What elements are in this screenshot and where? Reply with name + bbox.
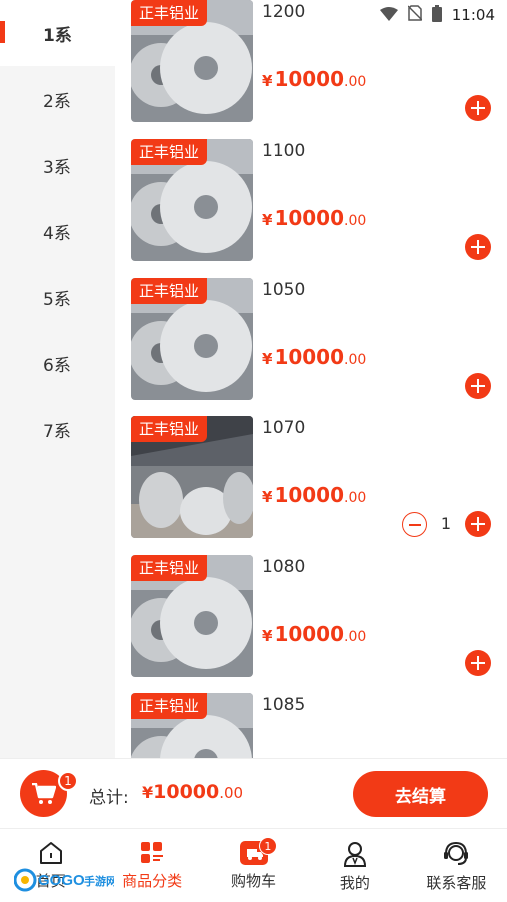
product-card[interactable]: 正丰铝业 1085 [115, 693, 507, 758]
add-to-cart-button[interactable] [465, 234, 491, 260]
sidebar-item-5-series[interactable]: 5系 [0, 264, 115, 330]
sidebar-item-label: 7系 [43, 421, 71, 442]
add-to-cart-button[interactable] [465, 95, 491, 121]
product-name: 1085 [262, 695, 306, 715]
product-image[interactable]: 正丰铝业 [131, 0, 253, 122]
add-to-cart-button[interactable] [465, 373, 491, 399]
decrease-quantity-button[interactable] [402, 512, 427, 537]
product-name: 1080 [262, 557, 306, 577]
tab-profile[interactable]: 我的 [304, 829, 405, 902]
brand-tag: 正丰铝业 [131, 278, 208, 304]
sidebar-item-label: 2系 [43, 91, 71, 112]
product-card[interactable]: 正丰铝业 1070 ¥10000.00 1 [115, 416, 507, 555]
product-price: ¥10000.00 [262, 67, 367, 91]
total-price: ¥10000.00 [142, 781, 244, 803]
brand-tag: 正丰铝业 [131, 555, 208, 581]
product-card[interactable]: 正丰铝业 1100 ¥10000.00 [115, 139, 507, 278]
product-price: ¥10000.00 [262, 206, 367, 230]
profile-icon [343, 842, 366, 867]
total-label: 总计: [89, 788, 129, 808]
quantity-value: 1 [440, 514, 451, 533]
product-price: ¥10000.00 [262, 483, 367, 507]
product-image[interactable]: 正丰铝业 [131, 416, 253, 538]
tab-label: 购物车 [231, 872, 277, 890]
product-image[interactable]: 正丰铝业 [131, 555, 253, 677]
plus-icon [471, 656, 485, 670]
product-card[interactable]: 正丰铝业 1050 ¥10000.00 [115, 278, 507, 417]
home-icon [39, 842, 62, 864]
cart-icon [31, 782, 56, 804]
status-bar: 11:04 [379, 0, 507, 30]
tab-customer-service[interactable]: 联系客服 [406, 829, 507, 902]
brand-tag: 正丰铝业 [131, 693, 208, 719]
category-icon [141, 842, 164, 863]
battery-icon [431, 4, 442, 26]
product-image[interactable]: 正丰铝业 [131, 139, 253, 261]
svg-text:GOGO: GOGO [38, 872, 85, 889]
product-name: 1100 [262, 141, 306, 161]
customer-service-icon [444, 841, 469, 865]
sidebar-item-3-series[interactable]: 3系 [0, 132, 115, 198]
brand-tag: 正丰铝业 [131, 139, 208, 165]
category-sidebar: 1系 2系 3系 4系 5系 6系 7系 [0, 0, 115, 758]
brand-tag: 正丰铝业 [131, 0, 208, 26]
tab-label: 我的 [339, 874, 370, 892]
cart-count-badge: 1 [58, 771, 78, 791]
product-list[interactable]: 正丰铝业 1200 ¥10000.00 正丰铝业 1100 ¥10000.00 [115, 0, 507, 758]
tab-cart[interactable]: 1 购物车 [203, 829, 304, 902]
brand-tag: 正丰铝业 [131, 416, 208, 442]
sidebar-item-label: 3系 [43, 157, 71, 178]
product-name: 1070 [262, 418, 306, 438]
add-to-cart-button[interactable] [465, 650, 491, 676]
sidebar-item-label: 4系 [43, 223, 71, 244]
sidebar-item-label: 1系 [43, 25, 72, 46]
sidebar-item-label: 5系 [43, 289, 71, 310]
tab-label: 商品分类 [122, 872, 183, 890]
product-name: 1200 [262, 2, 306, 22]
product-price: ¥10000.00 [262, 345, 367, 369]
product-card[interactable]: 正丰铝业 1080 ¥10000.00 [115, 555, 507, 694]
tab-label: 联系客服 [426, 874, 487, 892]
minus-icon [408, 523, 421, 526]
sidebar-item-1-series[interactable]: 1系 [0, 0, 115, 66]
sidebar-item-2-series[interactable]: 2系 [0, 66, 115, 132]
product-name: 1050 [262, 280, 306, 300]
wifi-icon [379, 6, 398, 25]
checkout-button[interactable]: 去结算 [353, 771, 488, 817]
plus-icon [471, 517, 485, 531]
product-price: ¥10000.00 [262, 622, 367, 646]
product-image[interactable]: 正丰铝业 [131, 693, 253, 758]
cart-tab-badge: 1 [258, 837, 277, 855]
cart-summary-bar: 1 总计: ¥10000.00 去结算 [0, 758, 507, 828]
tab-category[interactable]: 商品分类 [101, 829, 202, 902]
watermark-logo: GOGO 手游网 [13, 868, 117, 896]
increase-quantity-button[interactable] [465, 511, 491, 537]
plus-icon [471, 379, 485, 393]
plus-icon [471, 101, 485, 115]
product-image[interactable]: 正丰铝业 [131, 278, 253, 400]
sidebar-item-6-series[interactable]: 6系 [0, 330, 115, 396]
status-time: 11:04 [451, 6, 495, 24]
sidebar-item-label: 6系 [43, 355, 71, 376]
plus-icon [471, 240, 485, 254]
sidebar-item-4-series[interactable]: 4系 [0, 198, 115, 264]
no-sim-icon [407, 5, 423, 25]
svg-text:手游网: 手游网 [84, 874, 114, 888]
sidebar-item-7-series[interactable]: 7系 [0, 396, 115, 462]
